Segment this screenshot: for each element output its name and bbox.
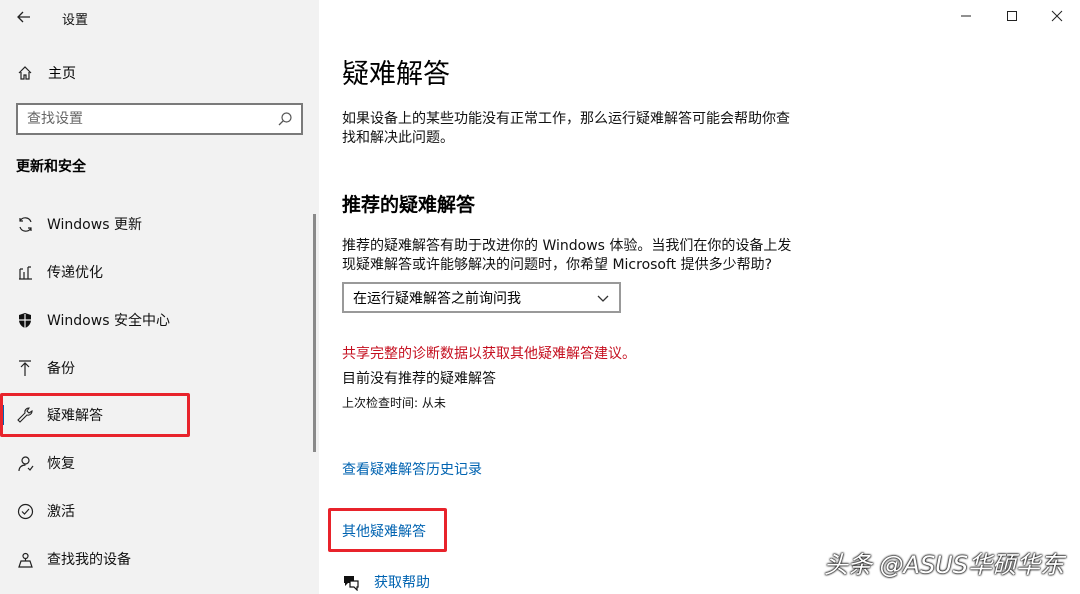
title-bar: 设置 xyxy=(0,0,319,34)
home-label: 主页 xyxy=(48,66,76,82)
app-title: 设置 xyxy=(62,13,89,28)
no-recommended-text: 目前没有推荐的疑难解答 xyxy=(342,371,496,387)
sync-icon xyxy=(16,215,34,233)
intro-text: 如果设备上的某些功能没有正常工作，那么运行疑难解答可能会帮助你查找和解决此问题。 xyxy=(342,111,790,146)
shield-icon xyxy=(16,311,34,329)
sidebar-item-label: 传递优化 xyxy=(47,265,103,281)
sidebar-item-delivery-optimization[interactable]: 传递优化 xyxy=(0,250,319,294)
search-icon[interactable] xyxy=(277,111,293,127)
diagnostic-data-warning[interactable]: 共享完整的诊断数据以获取其他疑难解答建议。 xyxy=(342,343,636,363)
highlight-box-other-troubleshooters xyxy=(328,508,447,552)
sidebar-item-security-center[interactable]: Windows 安全中心 xyxy=(0,298,319,342)
highlight-box-troubleshoot xyxy=(0,393,190,437)
check-circle-icon xyxy=(16,502,34,520)
sidebar-item-label: Windows 安全中心 xyxy=(47,313,170,329)
recovery-icon xyxy=(16,454,34,472)
back-arrow-icon xyxy=(17,11,30,23)
get-help-link-row[interactable]: 获取帮助 xyxy=(342,572,430,592)
troubleshoot-preference-dropdown[interactable]: 在运行疑难解答之前询问我 xyxy=(342,282,621,313)
back-button[interactable] xyxy=(10,4,38,30)
sidebar-item-backup[interactable]: 备份 xyxy=(0,346,319,390)
search-input[interactable] xyxy=(18,105,258,133)
recommended-description: 推荐的疑难解答有助于改进你的 Windows 体验。当我们在你的设备上发现疑难解… xyxy=(342,238,792,273)
find-device-icon xyxy=(16,550,34,568)
sidebar-item-label: 查找我的设备 xyxy=(47,552,131,568)
sidebar-scrollbar[interactable] xyxy=(313,214,316,452)
sidebar-item-windows-update[interactable]: Windows 更新 xyxy=(0,202,319,246)
sidebar-item-label: Windows 更新 xyxy=(47,217,142,233)
sidebar: 设置 主页 更新和安全 Windows 更新 传递优化 Windows 安全中心 xyxy=(0,0,319,594)
sidebar-item-activation[interactable]: 激活 xyxy=(0,489,319,533)
main-content: 疑难解答 如果设备上的某些功能没有正常工作，那么运行疑难解答可能会帮助你查找和解… xyxy=(319,0,1080,594)
sidebar-item-home[interactable]: 主页 xyxy=(16,62,76,84)
sidebar-item-find-my-device[interactable]: 查找我的设备 xyxy=(0,537,319,581)
sidebar-item-label: 恢复 xyxy=(47,456,75,472)
dropdown-value: 在运行疑难解答之前询问我 xyxy=(353,290,521,307)
section-title: 更新和安全 xyxy=(16,159,86,175)
last-checked-text: 上次检查时间: 从未 xyxy=(342,396,446,410)
sidebar-item-recovery[interactable]: 恢复 xyxy=(0,441,319,485)
help-chat-icon xyxy=(344,576,359,591)
history-link[interactable]: 查看疑难解答历史记录 xyxy=(342,459,482,479)
get-help-link[interactable]: 获取帮助 xyxy=(374,572,430,592)
backup-icon xyxy=(16,359,34,377)
chevron-down-icon xyxy=(597,295,609,302)
home-icon xyxy=(16,64,34,82)
page-title: 疑难解答 xyxy=(342,59,450,90)
sidebar-item-label: 备份 xyxy=(47,361,75,377)
recommended-heading: 推荐的疑难解答 xyxy=(342,194,476,216)
sidebar-item-label: 激活 xyxy=(47,504,75,520)
search-box[interactable] xyxy=(16,103,303,135)
delivery-optimization-icon xyxy=(16,263,34,281)
watermark: 头条 @ASUS华硕华东 xyxy=(823,551,1064,579)
